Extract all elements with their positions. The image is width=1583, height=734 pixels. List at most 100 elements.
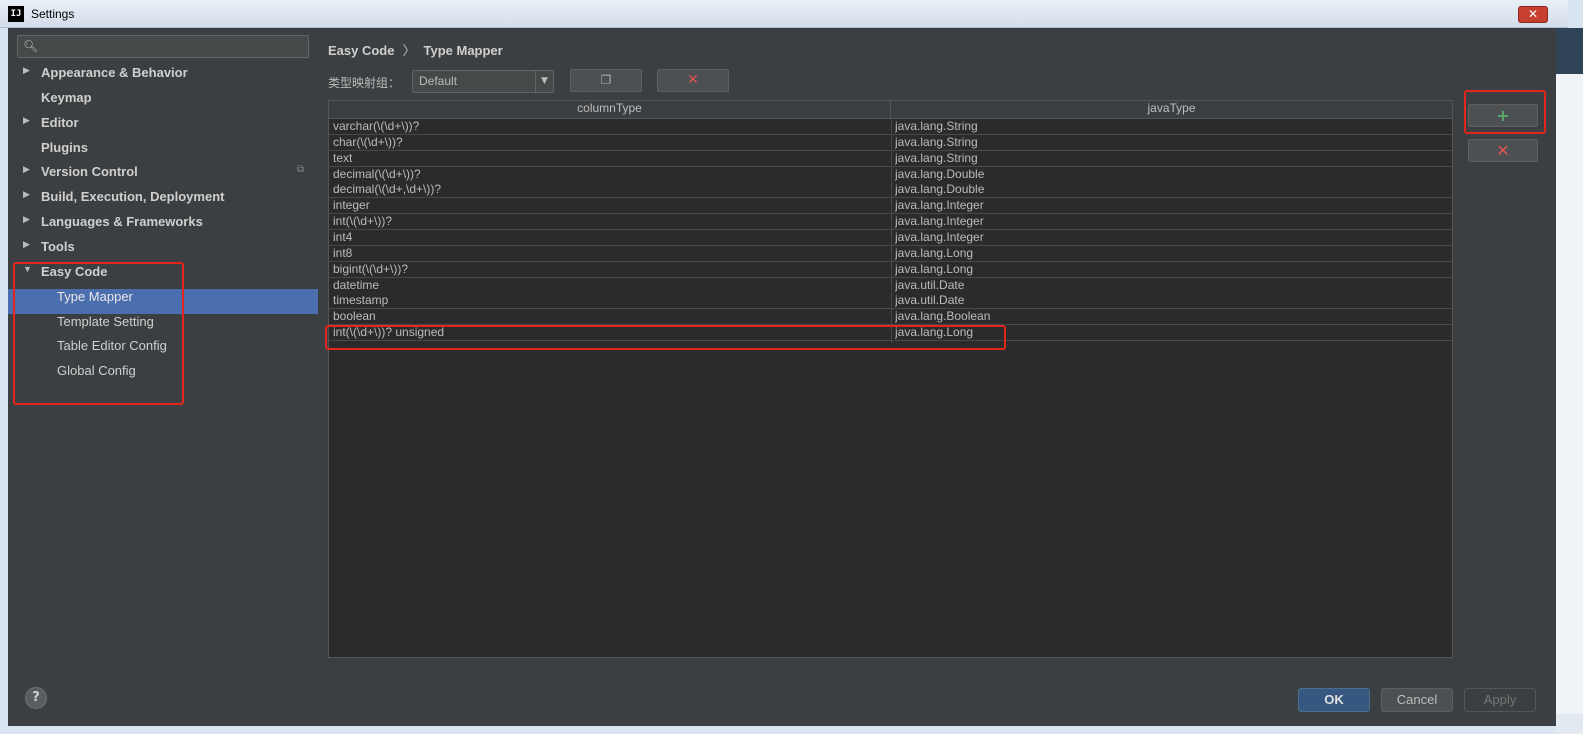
cell-columntype[interactable]: decimal(\(\d+,\d+\))? <box>333 182 887 197</box>
window-title-bar: IJ Settings ✕ <box>0 0 1568 28</box>
cell-javatype[interactable]: java.lang.String <box>895 151 1449 166</box>
cell-columntype[interactable]: varchar(\(\d+\))? <box>333 119 887 134</box>
sidebar-item-label: Easy Code <box>41 264 108 279</box>
settings-search-box[interactable]: 🔍︎ <box>17 35 309 58</box>
cell-columntype[interactable]: int8 <box>333 246 887 261</box>
sidebar-item-type-mapper[interactable]: Type Mapper <box>8 289 318 314</box>
cell-javatype[interactable]: java.lang.Long <box>895 262 1449 277</box>
cell-javatype[interactable]: java.lang.Long <box>895 246 1449 261</box>
sidebar-item-editor[interactable]: ▶ Editor <box>8 115 318 140</box>
cell-javatype[interactable]: java.lang.Boolean <box>895 309 1449 324</box>
breadcrumb-current: Type Mapper <box>423 43 503 58</box>
copy-icon: ❐ <box>600 73 612 87</box>
column-header-columntype[interactable]: columnType <box>329 101 891 118</box>
sidebar-item-easy-code[interactable]: ▼ Easy Code <box>8 264 318 289</box>
sidebar-item-global-config[interactable]: Global Config <box>8 363 318 388</box>
cancel-button[interactable]: Cancel <box>1381 688 1453 712</box>
ok-button[interactable]: OK <box>1298 688 1370 712</box>
help-icon[interactable]: ? <box>25 687 47 709</box>
search-icon: 🔍︎ <box>23 39 39 53</box>
delete-icon: ✕ <box>1496 141 1510 160</box>
sidebar-item-label: Template Setting <box>57 314 154 329</box>
sidebar-item-label: Type Mapper <box>57 289 133 304</box>
settings-dialog: 🔍︎ ▶ Appearance & Behavior Keymap ▶ Edit… <box>8 28 1556 726</box>
sidebar-item-label: Appearance & Behavior <box>41 65 188 80</box>
breadcrumb-separator-icon: 〉 <box>402 43 416 58</box>
delete-group-button[interactable]: ✕ <box>657 69 729 92</box>
background-window-strip <box>1556 28 1583 734</box>
background-light-area <box>1556 74 1583 714</box>
intellij-app-icon: IJ <box>8 6 24 22</box>
add-row-button[interactable]: + <box>1468 104 1538 127</box>
cell-columntype[interactable]: int(\(\d+\))? <box>333 214 887 229</box>
sidebar-item-label: Plugins <box>41 140 88 155</box>
sidebar-item-template-setting[interactable]: Template Setting <box>8 314 318 339</box>
sidebar-item-label: Version Control <box>41 164 138 179</box>
remove-row-button[interactable]: ✕ <box>1468 139 1538 162</box>
dialog-footer: ? OK Cancel Apply <box>8 666 1556 726</box>
sidebar-item-label: Global Config <box>57 363 136 378</box>
sidebar-item-keymap[interactable]: Keymap <box>8 90 318 115</box>
type-mapping-group-select[interactable]: Default ▼ <box>412 70 554 93</box>
collapse-arrow-icon[interactable]: ▼ <box>23 264 32 274</box>
background-dark-area <box>1556 28 1583 74</box>
cell-columntype[interactable]: decimal(\(\d+\))? <box>333 167 887 182</box>
cell-columntype[interactable]: integer <box>333 198 887 213</box>
expand-arrow-icon[interactable]: ▶ <box>23 189 30 200</box>
settings-search-input[interactable] <box>44 39 304 54</box>
copy-group-button[interactable]: ❐ <box>570 69 642 92</box>
column-header-javatype[interactable]: javaType <box>891 101 1452 118</box>
cell-columntype[interactable]: int(\(\d+\))? unsigned <box>333 325 887 340</box>
expand-arrow-icon[interactable]: ▶ <box>23 164 30 175</box>
sidebar-item-plugins[interactable]: Plugins <box>8 140 318 165</box>
expand-arrow-icon[interactable]: ▶ <box>23 239 30 250</box>
type-mapper-table: columnType javaType varchar(\(\d+\))? jav… <box>328 100 1453 658</box>
select-value: Default <box>419 74 458 88</box>
cell-columntype[interactable]: datetime <box>333 278 887 293</box>
sidebar-item-label: Build, Execution, Deployment <box>41 189 225 204</box>
cell-columntype[interactable]: timestamp <box>333 293 887 308</box>
cell-javatype[interactable]: java.util.Date <box>895 278 1449 293</box>
sidebar-item-table-editor-config[interactable]: Table Editor Config <box>8 338 318 363</box>
apply-button[interactable]: Apply <box>1464 688 1536 712</box>
cell-columntype[interactable]: char(\(\d+\))? <box>333 135 887 150</box>
cell-javatype[interactable]: java.lang.Integer <box>895 230 1449 245</box>
cell-javatype[interactable]: java.lang.Long <box>895 325 1449 340</box>
cell-columntype[interactable]: text <box>333 151 887 166</box>
cell-columntype[interactable]: bigint(\(\d+\))? <box>333 262 887 277</box>
expand-arrow-icon[interactable]: ▶ <box>23 214 30 225</box>
column-divider <box>891 119 892 343</box>
cell-javatype[interactable]: java.lang.Integer <box>895 214 1449 229</box>
sidebar-item-languages-frameworks[interactable]: ▶ Languages & Frameworks <box>8 214 318 239</box>
type-mapping-group-label: 类型映射组： <box>328 76 401 90</box>
cell-columntype[interactable]: boolean <box>333 309 887 324</box>
cell-javatype[interactable]: java.lang.String <box>895 135 1449 150</box>
table-header: columnType javaType <box>329 101 1452 119</box>
breadcrumb-parent: Easy Code <box>328 43 395 58</box>
cell-javatype[interactable]: java.lang.Double <box>895 167 1449 182</box>
cell-javatype[interactable]: java.lang.Integer <box>895 198 1449 213</box>
window-title: Settings <box>31 7 75 21</box>
cell-javatype[interactable]: java.lang.String <box>895 119 1449 134</box>
expand-arrow-icon[interactable]: ▶ <box>23 115 30 126</box>
cell-javatype[interactable]: java.util.Date <box>895 293 1449 308</box>
sidebar-item-label: Languages & Frameworks <box>41 214 203 229</box>
plus-icon: + <box>1496 106 1510 125</box>
settings-content: Easy Code 〉 Type Mapper 类型映射组： Default ▼ ❐… <box>318 28 1556 666</box>
expand-arrow-icon[interactable]: ▶ <box>23 65 30 76</box>
sidebar-item-tools[interactable]: ▶ Tools <box>8 239 318 264</box>
delete-icon: ✕ <box>687 72 699 88</box>
sidebar-item-build-execution-deployment[interactable]: ▶ Build, Execution, Deployment <box>8 189 318 214</box>
breadcrumb: Easy Code 〉 Type Mapper <box>328 40 503 59</box>
settings-sidebar: 🔍︎ ▶ Appearance & Behavior Keymap ▶ Edit… <box>8 28 318 666</box>
sidebar-item-appearance-behavior[interactable]: ▶ Appearance & Behavior <box>8 65 318 90</box>
cell-columntype[interactable]: int4 <box>333 230 887 245</box>
window-close-button[interactable]: ✕ <box>1518 6 1548 23</box>
project-level-icon: ⧉ <box>297 164 305 175</box>
sidebar-item-label: Keymap <box>41 90 92 105</box>
sidebar-item-label: Tools <box>41 239 75 254</box>
sidebar-item-label: Table Editor Config <box>57 338 167 353</box>
cell-javatype[interactable]: java.lang.Double <box>895 182 1449 197</box>
sidebar-item-version-control[interactable]: ▶ Version Control ⧉ <box>8 164 318 189</box>
chevron-down-icon[interactable]: ▼ <box>535 71 553 92</box>
